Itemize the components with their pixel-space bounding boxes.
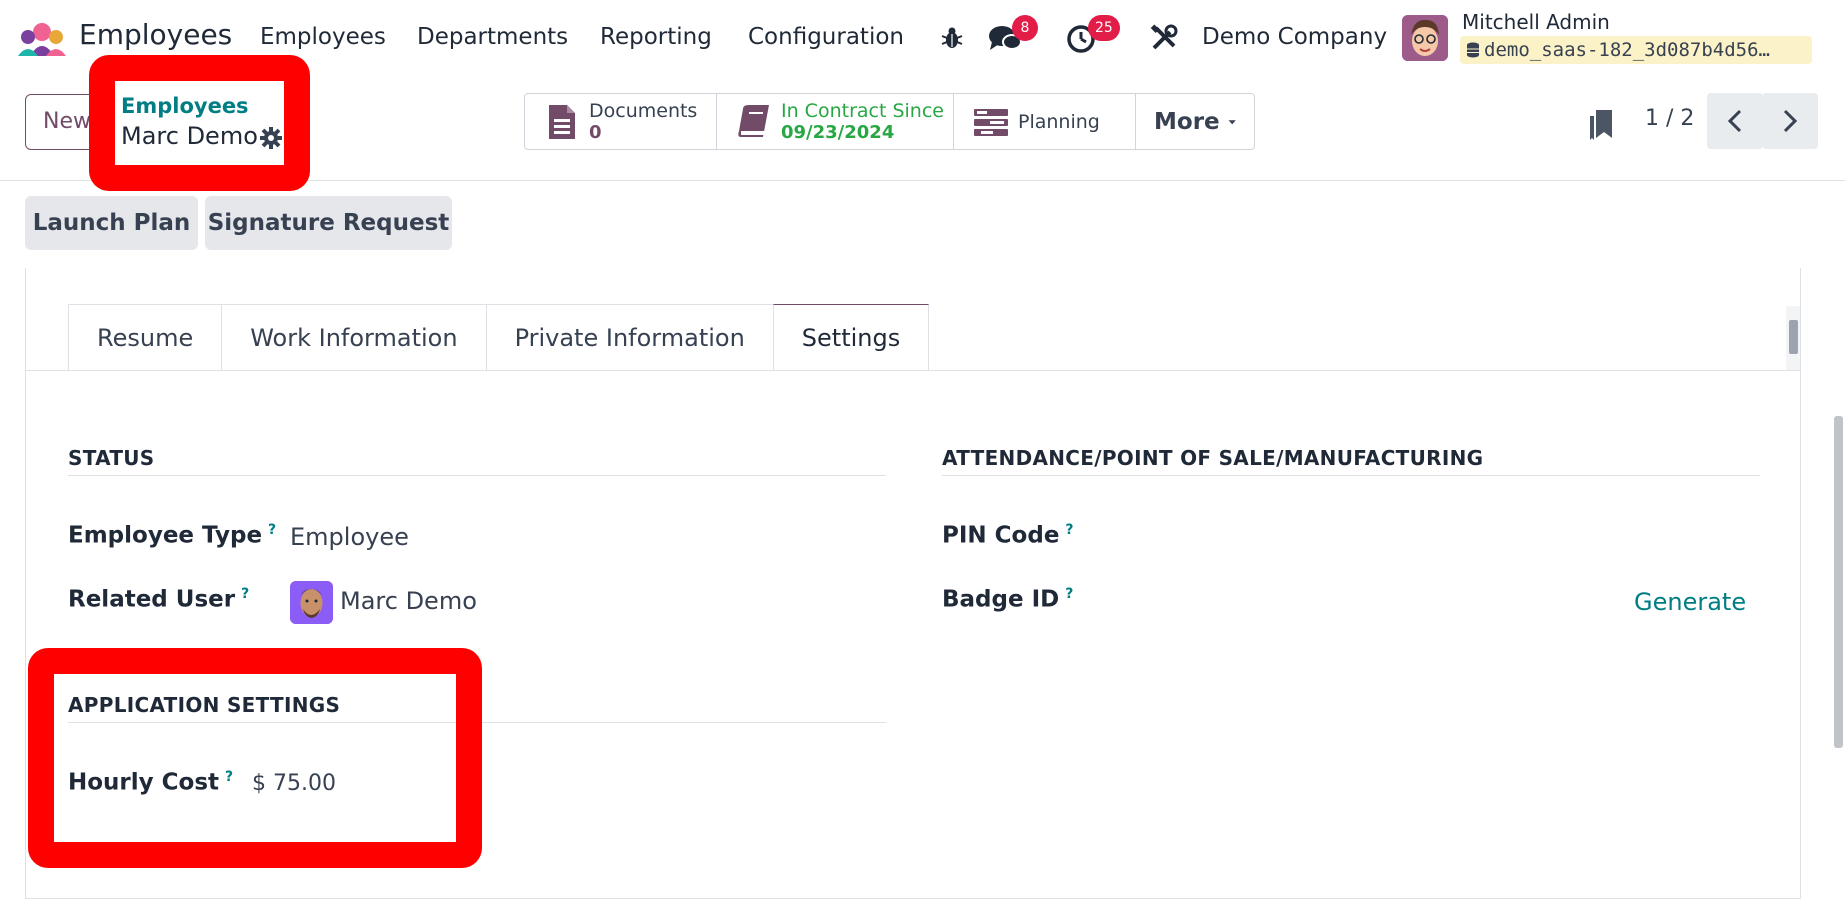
chevron-left-icon (1727, 109, 1742, 133)
page-scrollbar-thumb[interactable] (1834, 416, 1843, 748)
menu-employees[interactable]: Employees (260, 24, 386, 50)
chevron-right-icon (1783, 109, 1798, 133)
hourly-cost-input[interactable]: $ 75.00 (252, 771, 336, 796)
contract-label: In Contract Since (781, 99, 944, 122)
launch-plan-button[interactable]: Launch Plan (25, 196, 198, 250)
employee-type-label: Employee Type? (68, 522, 276, 549)
user-avatar[interactable] (1402, 15, 1448, 61)
attendance-section-divider (942, 475, 1760, 476)
caret-down-icon (1228, 119, 1236, 124)
database-icon (1467, 42, 1479, 58)
pager-previous-button[interactable] (1707, 93, 1763, 149)
documents-count: 0 (589, 121, 602, 143)
pin-code-input[interactable] (1160, 516, 1760, 552)
activities-badge: 25 (1088, 15, 1120, 41)
signature-request-button[interactable]: Signature Request (205, 196, 452, 250)
database-name: demo_saas-182_3d087b4d56… (1484, 39, 1770, 61)
hourly-cost-label: Hourly Cost? (68, 769, 233, 796)
planning-tasks-icon (974, 108, 1008, 136)
breadcrumb-employees-link[interactable]: Employees (121, 94, 249, 118)
employee-type-label-text: Employee Type (68, 522, 263, 549)
tab-work-information[interactable]: Work Information (221, 304, 486, 371)
application-settings-title: APPLICATION SETTINGS (68, 693, 341, 717)
generate-badge-button[interactable]: Generate (1634, 588, 1746, 616)
menu-departments[interactable]: Departments (417, 24, 568, 50)
application-settings-divider (68, 722, 886, 723)
tabs-divider (25, 370, 1801, 371)
user-photo-icon (290, 581, 333, 624)
top-navbar: Employees Employees Departments Reportin… (0, 0, 1845, 78)
tab-resume[interactable]: Resume (68, 304, 222, 371)
company-switcher[interactable]: Demo Company (1202, 24, 1387, 50)
messages-badge: 8 (1012, 15, 1038, 41)
contract-book-icon (738, 104, 769, 137)
badge-id-label-text: Badge ID (942, 586, 1060, 613)
related-user-avatar (290, 581, 333, 624)
contract-smart-button[interactable]: In Contract Since 09/23/2024 (717, 94, 954, 149)
tab-private-information[interactable]: Private Information (485, 304, 773, 371)
employees-app-icon[interactable] (18, 22, 66, 56)
status-section-divider (68, 475, 886, 476)
related-user-label-text: Related User (68, 586, 236, 613)
menu-configuration[interactable]: Configuration (748, 24, 904, 50)
bookmark-icon[interactable] (1588, 108, 1616, 140)
control-panel: New Employees Marc Demo Documents 0 In C… (0, 78, 1845, 181)
gear-icon[interactable] (259, 126, 283, 150)
more-dropdown[interactable]: More (1136, 94, 1254, 149)
help-tooltip-icon[interactable]: ? (1065, 586, 1073, 602)
app-name[interactable]: Employees (79, 18, 232, 51)
status-section-title: STATUS (68, 446, 155, 470)
notebook-tabs: Resume Work Information Private Informat… (68, 304, 930, 371)
hourly-cost-label-text: Hourly Cost (68, 769, 220, 796)
pager-next-button[interactable] (1762, 93, 1818, 149)
tools-settings-icon[interactable] (1150, 24, 1178, 52)
planning-smart-button[interactable]: Planning (954, 94, 1136, 149)
debug-bug-icon[interactable] (940, 26, 964, 50)
tab-settings[interactable]: Settings (772, 304, 930, 371)
user-avatar-illustration-icon (1402, 15, 1448, 61)
related-user-link[interactable]: Marc Demo (340, 587, 477, 615)
related-user-label: Related User? (68, 586, 249, 613)
new-button[interactable]: New (25, 94, 115, 150)
more-label: More (1154, 108, 1220, 135)
help-tooltip-icon[interactable]: ? (225, 769, 233, 785)
documents-smart-button[interactable]: Documents 0 (525, 94, 717, 149)
smart-buttons: Documents 0 In Contract Since 09/23/2024 (524, 93, 1255, 150)
badge-id-label: Badge ID? (942, 586, 1073, 613)
menu-reporting[interactable]: Reporting (600, 24, 712, 50)
pin-code-label: PIN Code? (942, 522, 1074, 549)
document-icon (549, 104, 575, 139)
help-tooltip-icon[interactable]: ? (1065, 522, 1073, 538)
help-tooltip-icon[interactable]: ? (241, 586, 249, 602)
breadcrumb-current-record: Marc Demo (121, 122, 258, 150)
pin-code-label-text: PIN Code (942, 522, 1060, 549)
pager-value[interactable]: 1 / 2 (1645, 106, 1694, 131)
employee-type-select[interactable]: Employee (290, 523, 409, 551)
planning-label: Planning (1018, 110, 1100, 133)
database-name-chip: demo_saas-182_3d087b4d56… (1460, 36, 1812, 64)
documents-label: Documents (589, 99, 698, 122)
help-tooltip-icon[interactable]: ? (268, 522, 276, 538)
attendance-section-title: ATTENDANCE/POINT OF SALE/MANUFACTURING (942, 446, 1484, 470)
badge-id-input[interactable] (1160, 580, 1620, 616)
contract-date: 09/23/2024 (781, 121, 895, 143)
user-name[interactable]: Mitchell Admin (1462, 10, 1610, 34)
tabs-scrollbar-thumb[interactable] (1789, 320, 1798, 354)
